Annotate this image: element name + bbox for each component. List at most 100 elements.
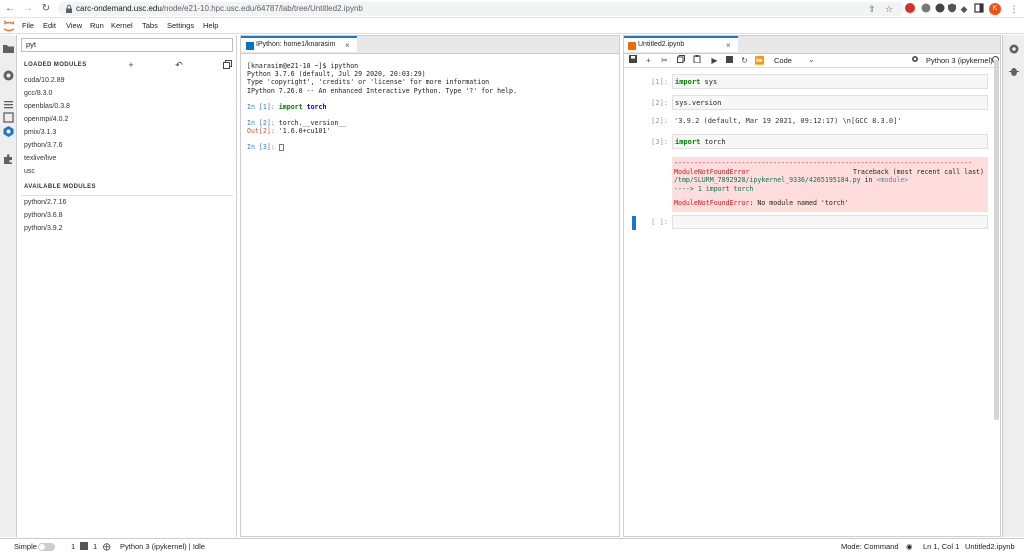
restart-icon[interactable]: ↻ bbox=[739, 55, 750, 66]
cell-prompt: [3]: bbox=[651, 138, 668, 146]
lock-icon bbox=[66, 4, 72, 13]
url-host: carc-ondemand.usc.edu bbox=[76, 4, 162, 13]
notebook-tab-title: Untitled2.ipynb bbox=[638, 41, 685, 48]
divider bbox=[21, 195, 233, 196]
save-icon[interactable] bbox=[628, 55, 637, 63]
loaded-module-item[interactable]: pmix/3.1.3 bbox=[24, 129, 56, 136]
loaded-module-item[interactable]: gcc/8.3.0 bbox=[24, 90, 52, 97]
puzzle-icon[interactable]: ◆ bbox=[958, 3, 970, 15]
code-text: sys.version bbox=[675, 99, 722, 107]
error-header: ModuleNotFoundError Traceback (most recen… bbox=[674, 168, 986, 177]
module-filter-input[interactable]: pyt bbox=[21, 38, 233, 52]
out-prompt: Out[2]: bbox=[247, 127, 275, 136]
add-icon[interactable]: + bbox=[126, 60, 136, 70]
close-icon[interactable]: × bbox=[726, 41, 731, 50]
extension-grey-icon[interactable] bbox=[921, 3, 931, 13]
menu-tabs[interactable]: Tabs bbox=[142, 21, 158, 30]
simple-mode-toggle[interactable] bbox=[38, 543, 55, 551]
menu-run[interactable]: Run bbox=[90, 21, 104, 30]
menu-kernel[interactable]: Kernel bbox=[111, 21, 133, 30]
cell-prompt: [1]: bbox=[651, 78, 668, 86]
property-inspector-icon[interactable] bbox=[2, 111, 15, 124]
gear-icon[interactable] bbox=[911, 55, 919, 63]
code-cell[interactable]: sys.version bbox=[672, 95, 988, 110]
kernel-name[interactable]: Python 3 (ipykernel) bbox=[926, 56, 993, 65]
loaded-module-item[interactable]: usc bbox=[24, 168, 35, 175]
undo-icon[interactable]: ↶ bbox=[174, 60, 184, 70]
loaded-module-item[interactable]: texlive/live bbox=[24, 155, 56, 162]
notebook-mode: Mode: Command bbox=[841, 542, 899, 551]
extension-shield-icon[interactable] bbox=[947, 3, 957, 13]
available-module-item[interactable]: python/3.9.2 bbox=[24, 225, 63, 232]
copy-icon[interactable] bbox=[676, 55, 685, 63]
close-icon[interactable]: × bbox=[345, 41, 350, 50]
menu-edit[interactable]: Edit bbox=[43, 21, 56, 30]
kernel-status[interactable]: Python 3 (ipykernel) | Idle bbox=[120, 542, 205, 551]
adblock-icon[interactable] bbox=[905, 3, 915, 13]
run-icon[interactable]: ▶ bbox=[709, 55, 720, 66]
loaded-module-item[interactable]: openmpi/4.0.2 bbox=[24, 116, 68, 123]
sidepanel-icon[interactable] bbox=[974, 3, 984, 13]
console-input-2: In [2]: torch.__version__ bbox=[247, 119, 607, 127]
kernel-sessions-icon: ⨁ bbox=[103, 542, 111, 551]
menu-help[interactable]: Help bbox=[203, 21, 218, 30]
code-cell[interactable]: import sys bbox=[672, 74, 988, 89]
browser-menu-icon[interactable]: ⋮ bbox=[1008, 3, 1020, 15]
copy-icon[interactable] bbox=[222, 60, 232, 69]
chevron-down-icon[interactable]: ⌄ bbox=[808, 55, 815, 64]
back-icon[interactable]: ← bbox=[4, 3, 16, 15]
code-text: torch.__version__ bbox=[278, 118, 347, 127]
available-modules-header: AVAILABLE MODULES bbox=[24, 184, 96, 190]
error-final-msg: : No module named 'torch' bbox=[749, 199, 849, 208]
loaded-module-item[interactable]: cuda/10.2.89 bbox=[24, 77, 64, 84]
reload-icon[interactable]: ↻ bbox=[40, 3, 52, 15]
menu-view[interactable]: View bbox=[66, 21, 82, 30]
cut-icon[interactable]: ✂ bbox=[659, 55, 670, 66]
menu-settings[interactable]: Settings bbox=[167, 21, 194, 30]
tab-console[interactable]: IPython: home1/knarasim × bbox=[241, 36, 357, 52]
notebook-scrollbar[interactable] bbox=[994, 60, 999, 420]
address-bar[interactable]: carc-ondemand.usc.edu/node/e21-10.hpc.us… bbox=[58, 2, 904, 16]
error-location: /tmp/SLURM_7892928/ipykernel_9336/426519… bbox=[674, 176, 986, 185]
folder-icon[interactable] bbox=[2, 42, 15, 55]
modules-panel: pyt LOADED MODULES + ↶ cuda/10.2.89 gcc/… bbox=[17, 35, 237, 537]
commands-icon[interactable] bbox=[2, 98, 15, 111]
extension-manager-icon[interactable] bbox=[2, 153, 15, 166]
profile-avatar[interactable]: K bbox=[989, 3, 1001, 15]
console-line: Python 3.7.6 (default, Jul 29 2020, 20:0… bbox=[247, 70, 426, 79]
available-module-item[interactable]: python/2.7.16 bbox=[24, 199, 66, 206]
output-value: '1.6.0+cu101' bbox=[278, 127, 331, 136]
code-cell[interactable]: import torch bbox=[672, 134, 988, 149]
share-icon[interactable]: ⇧ bbox=[866, 3, 878, 15]
console-tab-title: IPython: home1/knarasim bbox=[256, 41, 336, 48]
cursor-position[interactable]: Ln 1, Col 1 bbox=[923, 542, 959, 551]
bookmark-star-icon[interactable]: ☆ bbox=[883, 3, 895, 15]
fast-forward-icon[interactable]: ⏩ bbox=[754, 55, 765, 66]
available-module-item[interactable]: python/3.6.8 bbox=[24, 212, 63, 219]
stop-icon[interactable] bbox=[726, 56, 733, 63]
error-final-name: ModuleNotFoundError bbox=[674, 199, 750, 208]
paste-icon[interactable] bbox=[693, 55, 701, 64]
browser-toolbar: ← → ↻ carc-ondemand.usc.edu/node/e21-10.… bbox=[0, 0, 1024, 18]
loaded-module-item[interactable]: openblas/0.3.8 bbox=[24, 103, 70, 110]
running-icon[interactable] bbox=[2, 69, 15, 82]
tab-notebook[interactable]: Untitled2.ipynb × bbox=[624, 36, 738, 52]
add-cell-icon[interactable]: + bbox=[643, 55, 654, 66]
error-name: ModuleNotFoundError bbox=[674, 167, 750, 176]
menu-file[interactable]: File bbox=[22, 21, 34, 30]
loaded-module-item[interactable]: python/3.7.6 bbox=[24, 142, 63, 149]
code-module: sys bbox=[704, 78, 718, 86]
debugger-icon[interactable] bbox=[1008, 65, 1020, 77]
extension-dark-icon[interactable] bbox=[935, 3, 945, 13]
forward-icon[interactable]: → bbox=[22, 3, 34, 15]
terminal-count[interactable]: 1 bbox=[71, 542, 75, 551]
code-cell-empty[interactable] bbox=[672, 215, 988, 229]
traceback-label: Traceback (most recent call last) bbox=[852, 167, 984, 176]
console-input-3[interactable]: In [3]: bbox=[247, 143, 607, 151]
lmod-extension-icon[interactable] bbox=[2, 125, 15, 138]
kernel-count[interactable]: 1 bbox=[93, 542, 97, 551]
cell-type-select[interactable]: Code bbox=[774, 56, 792, 65]
error-file: /tmp/SLURM_7892928/ipykernel_9336/426519… bbox=[674, 176, 861, 185]
gear-icon[interactable] bbox=[1008, 43, 1020, 55]
console-output: [knarasim@e21-10 ~]$ ipython Python 3.7.… bbox=[247, 62, 607, 152]
